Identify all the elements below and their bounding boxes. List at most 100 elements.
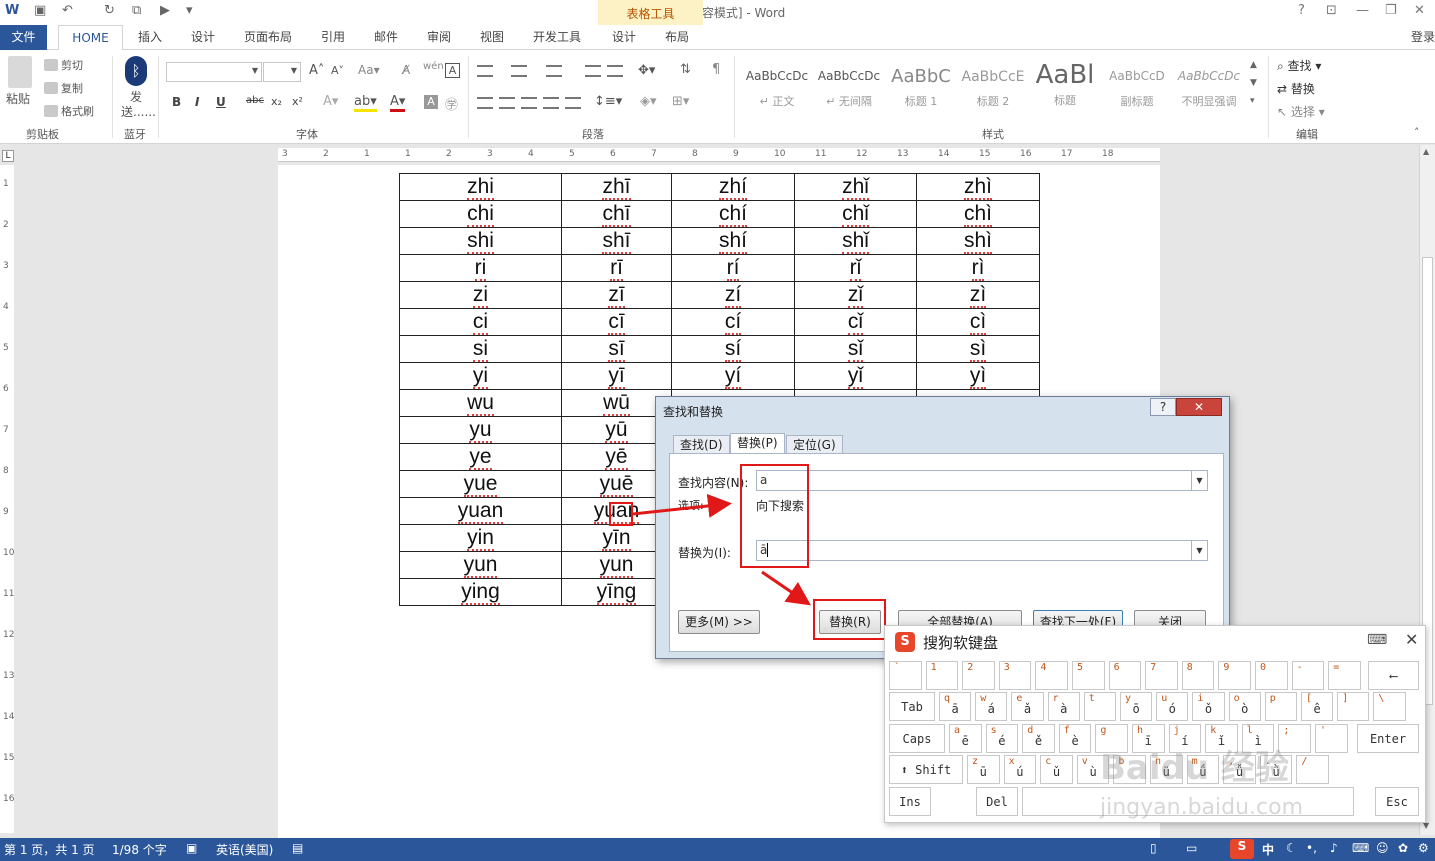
table-cell[interactable]: zhǐ [794, 173, 917, 201]
font-size-select[interactable]: ▼ [263, 62, 301, 82]
table-cell[interactable]: chǐ [794, 200, 917, 228]
key-shift[interactable]: ⬆ Shift [889, 755, 963, 784]
keyboard-key[interactable]: = [1328, 661, 1361, 690]
borders-icon[interactable]: ⊞▾ [672, 94, 689, 109]
table-cell[interactable]: sì [916, 335, 1040, 363]
numbering-icon[interactable] [511, 65, 527, 77]
text-effects-icon[interactable]: A▾ [323, 94, 338, 109]
key-del[interactable]: Del [976, 787, 1018, 816]
style-normal[interactable]: AaBbCcDc ↵ 正文 [742, 60, 812, 112]
keyboard-key[interactable]: eǎ [1011, 692, 1044, 721]
keyboard-key[interactable]: xú [1003, 755, 1037, 784]
scroll-up-icon[interactable]: ▲ [1423, 147, 1429, 156]
table-cell[interactable]: chì [916, 200, 1040, 228]
keyboard-icon[interactable]: ⌨ [1367, 632, 1387, 648]
replace-button[interactable]: ⇄ 替换 [1277, 80, 1315, 97]
macro-icon[interactable]: ▤ [292, 841, 303, 855]
find-dropdown-icon[interactable]: ▼ [1191, 471, 1207, 490]
change-case-icon[interactable]: Aa▾ [358, 63, 380, 77]
table-cell[interactable]: shi [399, 227, 562, 255]
tab-review[interactable]: 审阅 [427, 25, 451, 50]
tab-find[interactable]: 查找(D) [673, 435, 730, 455]
table-cell[interactable]: yǐ [794, 362, 917, 390]
horizontal-ruler[interactable]: 3 2 1 1 2 3 4 5 6 7 8 9 10 11 12 13 14 15 16 17 18 [278, 148, 1160, 162]
table-cell[interactable]: yue [399, 470, 562, 498]
tab-view[interactable]: 视图 [480, 25, 504, 50]
keyboard-key[interactable]: uó [1156, 692, 1189, 721]
subscript-button[interactable]: x₂ [271, 95, 282, 108]
table-cell[interactable]: yuan [399, 497, 562, 525]
table-cell[interactable]: cì [916, 308, 1040, 336]
tab-selector[interactable]: L [2, 150, 14, 162]
punctuation-icon[interactable]: •, [1306, 841, 1317, 855]
tools-icon[interactable]: ⚙ [1418, 841, 1429, 855]
table-cell[interactable]: rì [916, 254, 1040, 282]
decrease-indent-icon[interactable] [585, 65, 601, 77]
ribbon-display-icon[interactable]: ⊡ [1326, 3, 1337, 18]
dialog-close-button[interactable]: ✕ [1176, 398, 1222, 416]
tab-insert[interactable]: 插入 [138, 25, 162, 50]
align-center-icon[interactable] [499, 97, 515, 109]
keyboard-key[interactable]: ' [1315, 724, 1348, 753]
tab-home[interactable]: HOME [58, 25, 123, 51]
keyboard-key[interactable]: p [1264, 692, 1297, 721]
line-spacing-icon[interactable]: ↕≡▾ [594, 94, 622, 109]
minimize-icon[interactable]: — [1356, 3, 1369, 18]
style-heading-1[interactable]: AaBbC 标题 1 [886, 60, 956, 112]
vertical-ruler[interactable]: 1 2 3 4 5 6 7 8 9 10 11 12 13 14 15 16 [0, 165, 14, 833]
keyboard-key[interactable]: 8 [1181, 661, 1215, 690]
keyboard-key[interactable]: 2 [962, 661, 995, 690]
table-cell[interactable]: zhi [399, 173, 562, 201]
table-cell[interactable]: yí [671, 362, 795, 390]
table-cell[interactable]: yin [399, 524, 562, 552]
table-cell[interactable]: cǐ [794, 308, 917, 336]
table-cell[interactable]: ri [399, 254, 562, 282]
styles-scroll-icon[interactable]: ▲ ▼ ▾ [1250, 56, 1257, 110]
restore-icon[interactable]: ❐ [1385, 3, 1397, 18]
show-marks-icon[interactable]: ¶ [712, 62, 720, 77]
table-cell[interactable]: zhí [671, 173, 795, 201]
select-button[interactable]: ↖ 选择 ▾ [1277, 103, 1325, 120]
table-cell[interactable]: ye [399, 443, 562, 471]
dialog-help-button[interactable]: ? [1150, 398, 1176, 416]
table-cell[interactable]: yi [399, 362, 562, 390]
word-count[interactable]: 1/98 个字 [112, 841, 167, 858]
keyboard-key[interactable]: cǔ [1040, 755, 1073, 784]
increase-indent-icon[interactable] [607, 65, 623, 77]
table-cell[interactable]: zhī [561, 173, 672, 201]
keyboard-key[interactable]: qā [939, 692, 972, 721]
keyboard-key[interactable]: t [1083, 692, 1116, 721]
align-left-icon[interactable] [477, 97, 493, 109]
keyboard-key[interactable]: sé [985, 724, 1019, 753]
tab-developer[interactable]: 开发工具 [533, 25, 581, 50]
tab-design[interactable]: 设计 [191, 25, 215, 50]
table-cell[interactable]: zì [916, 281, 1040, 309]
sort-icon[interactable]: ⇅ [680, 62, 691, 77]
font-name-select[interactable]: ▼ [166, 62, 262, 82]
copy-button[interactable]: 复制 [44, 80, 83, 96]
keyboard-key[interactable]: dě [1022, 724, 1055, 753]
style-no-spacing[interactable]: AaBbCcDc ↵ 无间隔 [814, 60, 884, 112]
shrink-font-icon[interactable]: A˅ [331, 64, 344, 77]
table-cell[interactable]: cí [671, 308, 795, 336]
key-tab[interactable]: Tab [889, 692, 935, 721]
enclose-char-icon[interactable]: ㊫ [445, 94, 458, 113]
keyboard-key[interactable]: ] [1337, 692, 1370, 721]
keyboard-key[interactable]: \ [1373, 692, 1406, 721]
bullets-icon[interactable] [477, 65, 493, 77]
table-cell[interactable]: yun [399, 551, 562, 579]
key-ins[interactable]: Ins [889, 787, 931, 816]
skin-icon[interactable]: ✿ [1398, 841, 1408, 855]
table-cell[interactable]: ci [399, 308, 562, 336]
bluetooth-send-button[interactable]: 发送...... [121, 90, 156, 120]
keyboard-close-icon[interactable]: ✕ [1405, 630, 1418, 649]
table-cell[interactable]: si [399, 335, 562, 363]
sogou-ime-icon[interactable]: S [1230, 839, 1254, 859]
table-cell[interactable]: shí [671, 227, 795, 255]
read-mode-icon[interactable]: ▯ [1150, 841, 1157, 855]
table-cell[interactable]: zí [671, 281, 795, 309]
style-heading-2[interactable]: AaBbCcE 标题 2 [958, 60, 1028, 112]
keyboard-key[interactable]: iǒ [1192, 692, 1225, 721]
grow-font-icon[interactable]: A˄ [309, 63, 324, 78]
keyboard-key[interactable]: yō [1120, 692, 1153, 721]
